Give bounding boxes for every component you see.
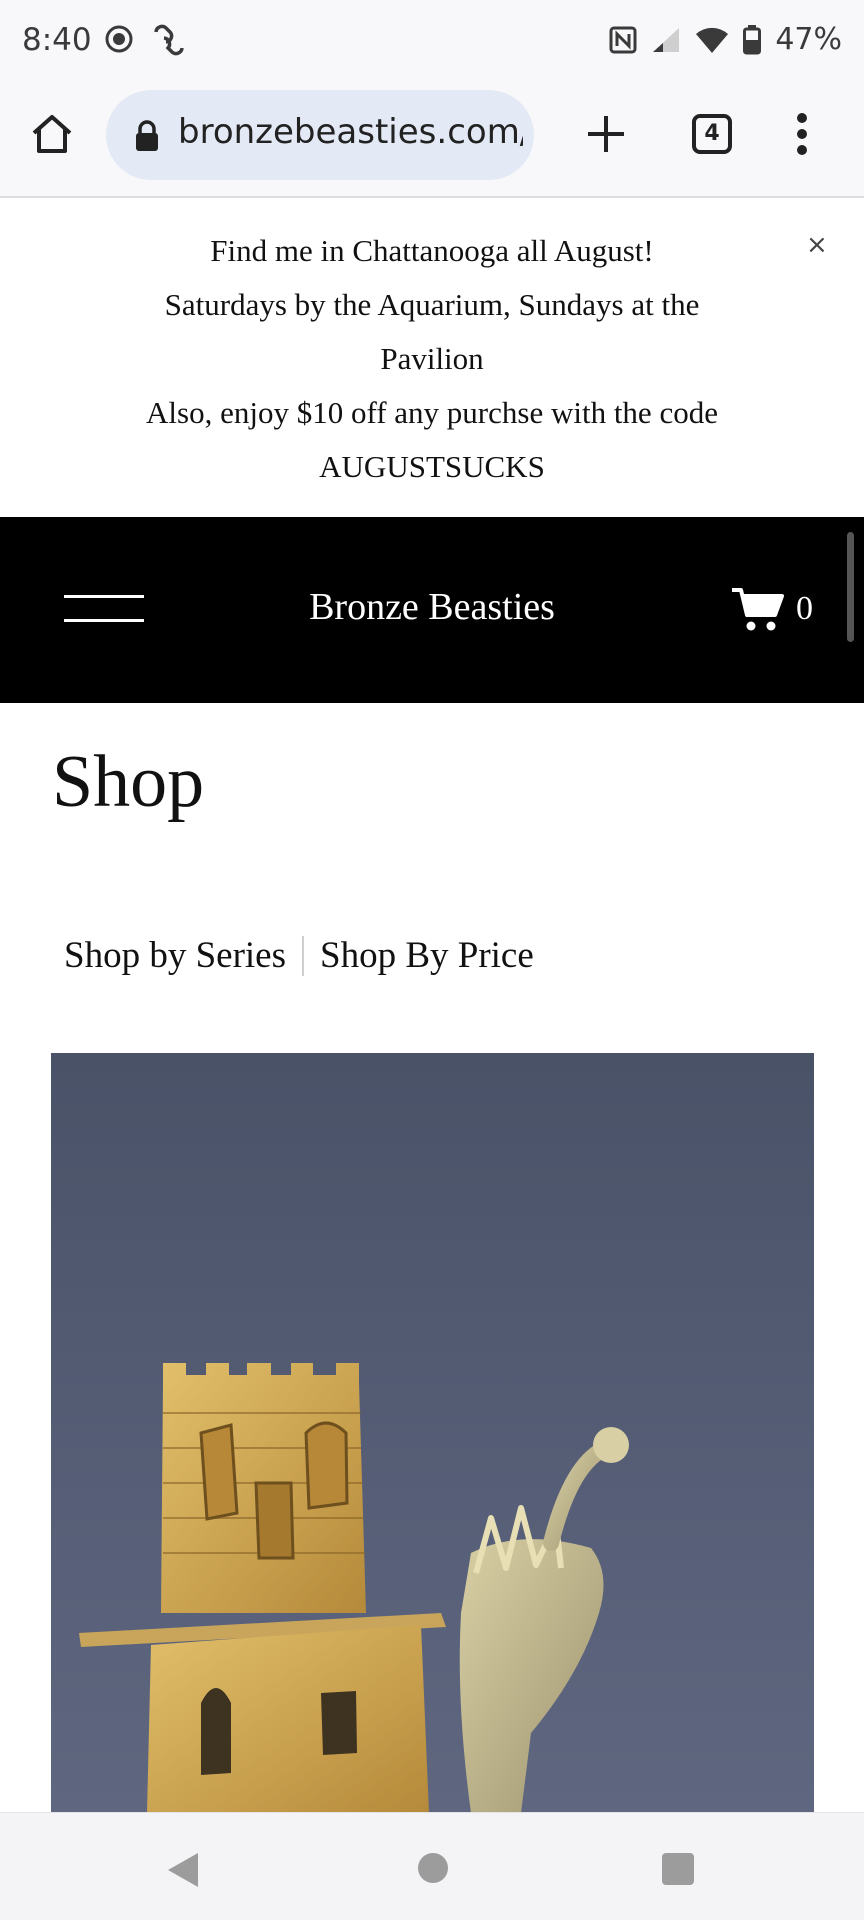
shop-by-series-link[interactable]: Shop by Series	[64, 934, 286, 977]
wifi-icon	[696, 27, 729, 53]
announcement-line: Saturdays by the Aquarium, Sundays at th…	[164, 287, 700, 322]
product-image[interactable]	[51, 1053, 814, 1813]
signal-icon	[653, 27, 680, 52]
system-nav-bar	[0, 1812, 864, 1920]
shop-by-price-link[interactable]: Shop By Price	[320, 934, 534, 977]
lock-icon	[136, 120, 158, 151]
bronze-sculpture-image	[79, 1363, 629, 1813]
browser-toolbar: bronzebeasties.com/ 4	[0, 80, 864, 198]
site-header: Bronze Beasties 0	[0, 517, 864, 703]
cart-icon	[732, 588, 784, 631]
announcement-line: Find me in Chattanooga all August!	[210, 233, 654, 268]
battery-icon	[743, 24, 762, 54]
close-icon[interactable]: ×	[806, 230, 828, 260]
cart-button[interactable]: 0	[730, 585, 813, 633]
announcement-text: Find me in Chattanooga all August! Satur…	[90, 224, 774, 494]
page-title: Shop	[52, 741, 205, 823]
announcement-line: Also, enjoy $10 off any purchse with the…	[146, 395, 718, 430]
url-text[interactable]: bronzebeasties.com/	[178, 112, 523, 152]
announcement-line: Pavilion	[380, 341, 484, 376]
back-icon[interactable]	[166, 1851, 200, 1889]
announcement-line: AUGUSTSUCKS	[319, 449, 545, 484]
scrollbar[interactable]	[847, 532, 854, 642]
divider	[302, 935, 304, 976]
hamburger-menu-icon[interactable]	[64, 595, 144, 623]
battery-level: 47%	[775, 22, 842, 57]
status-bar: 8:40 47%	[0, 0, 864, 80]
nfc-icon	[609, 26, 637, 53]
recents-icon[interactable]	[662, 1853, 694, 1885]
tabs-icon[interactable]: 4	[692, 114, 732, 154]
cart-count: 0	[796, 590, 813, 627]
link-icon	[154, 24, 184, 56]
screen-record-icon	[105, 25, 133, 53]
home-icon[interactable]	[30, 112, 74, 156]
address-bar[interactable]: bronzebeasties.com/	[106, 90, 534, 180]
plus-icon[interactable]	[584, 112, 628, 156]
home-circle-icon[interactable]	[418, 1853, 448, 1883]
shop-filter-links: Shop by Series Shop By Price	[64, 934, 534, 977]
more-vert-icon[interactable]	[796, 112, 808, 156]
announcement-banner: Find me in Chattanooga all August! Satur…	[0, 200, 864, 517]
site-title[interactable]: Bronze Beasties	[232, 585, 632, 629]
status-time: 8:40	[22, 22, 92, 58]
